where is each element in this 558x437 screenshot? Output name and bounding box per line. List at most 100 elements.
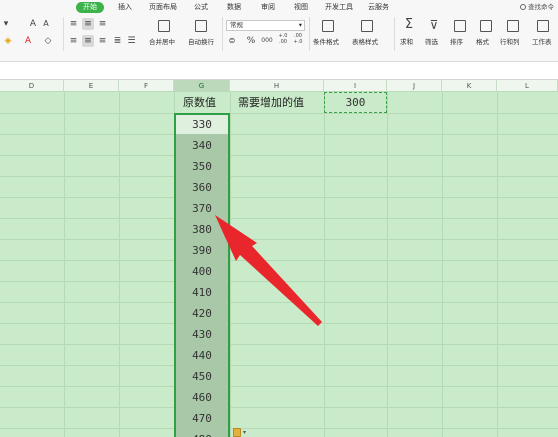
font-color-icon[interactable]: A [23, 35, 33, 47]
number-format-select[interactable]: 常规 ▾ [226, 20, 305, 31]
row-column-icon[interactable] [507, 20, 519, 32]
column-header-i[interactable]: I [324, 80, 387, 92]
row-gridline [0, 239, 558, 240]
divider [222, 17, 223, 51]
conditional-format-icon[interactable] [322, 20, 334, 32]
filter-icon[interactable]: ⊽ [427, 19, 441, 31]
menu-bar: 开始 插入 页面布局 公式 数据 审阅 视图 开发工具 云服务 查找命令 [0, 0, 558, 14]
tab-insert[interactable]: 插入 [118, 2, 132, 13]
tab-view[interactable]: 视图 [294, 2, 308, 13]
row-gridline [0, 260, 558, 261]
tab-home[interactable]: 开始 [76, 2, 104, 13]
row-gridline [0, 155, 558, 156]
distributed-icon[interactable]: ☰ [126, 35, 137, 47]
row-gridline [0, 323, 558, 324]
decrease-font-icon[interactable]: A [41, 18, 51, 30]
column-header-k[interactable]: K [442, 80, 497, 92]
spreadsheet-grid[interactable]: D E F G H I J K L 原数值 需要增加的值 300 330 340 3… [0, 80, 558, 437]
font-size-dropdown-caret-icon[interactable]: ▾ [1, 18, 11, 30]
cell-g-value[interactable]: 400 [176, 261, 228, 282]
currency-icon[interactable]: ⊜ [227, 35, 237, 47]
search-icon [520, 4, 526, 10]
tab-developer[interactable]: 开发工具 [325, 2, 353, 13]
column-header-h[interactable]: H [230, 80, 324, 92]
cell-h-header[interactable]: 需要增加的值 [238, 92, 304, 113]
increase-font-icon[interactable]: A [28, 18, 38, 30]
justify-icon[interactable]: ≣ [112, 35, 123, 47]
conditional-format-button[interactable]: 条件格式 [313, 38, 339, 47]
number-format-value: 常规 [230, 21, 243, 29]
search-label: 查找命令 [528, 3, 554, 11]
column-header-g[interactable]: G [174, 80, 230, 92]
column-header-f[interactable]: F [119, 80, 174, 92]
merge-center-icon[interactable] [158, 20, 170, 32]
align-bottom-icon[interactable]: ≡ [97, 18, 108, 30]
column-header-row: D E F G H I J K L [0, 80, 558, 92]
cell-g-header[interactable]: 原数值 [183, 92, 216, 113]
divider [309, 17, 310, 51]
align-top-icon[interactable]: ≡ [68, 18, 79, 30]
filter-button[interactable]: 筛选 [425, 38, 438, 47]
merge-center-button[interactable]: 合并居中 [149, 38, 175, 47]
cell-g-value[interactable]: 420 [176, 303, 228, 324]
cell-g-value[interactable]: 340 [176, 135, 228, 156]
align-middle-icon[interactable]: ≡ [82, 18, 94, 30]
cell-g-value[interactable]: 330 [176, 114, 228, 135]
cell-g-value[interactable]: 440 [176, 345, 228, 366]
column-header-j[interactable]: J [387, 80, 442, 92]
format-icon[interactable] [480, 20, 492, 32]
row-gridline [0, 197, 558, 198]
tab-page-layout[interactable]: 页面布局 [149, 2, 177, 13]
chevron-down-icon: ▾ [298, 21, 302, 29]
thousands-button[interactable]: 000 [259, 35, 275, 47]
cell-g-value[interactable]: 350 [176, 156, 228, 177]
row-gridline [0, 302, 558, 303]
cell-g-value[interactable]: 380 [176, 219, 228, 240]
tab-data[interactable]: 数据 [227, 2, 241, 13]
chevron-down-icon[interactable]: ▾ [243, 429, 246, 436]
cell-g-value[interactable]: 410 [176, 282, 228, 303]
row-column-button[interactable]: 行和列 [500, 38, 520, 47]
table-style-button[interactable]: 表格样式 [352, 38, 378, 47]
column-header-l[interactable]: L [497, 80, 558, 92]
cell-g-value[interactable]: 450 [176, 366, 228, 387]
align-center-icon[interactable]: ≡ [82, 35, 94, 47]
sort-button[interactable]: 排序 [450, 38, 463, 47]
table-style-icon[interactable] [361, 20, 373, 32]
sum-button[interactable]: 求和 [400, 38, 413, 47]
align-right-icon[interactable]: ≡ [97, 35, 108, 47]
decrease-decimal-button[interactable]: .00 +.0 [292, 33, 304, 45]
format-button[interactable]: 格式 [476, 38, 489, 47]
column-header-e[interactable]: E [64, 80, 119, 92]
worksheet-button[interactable]: 工作表 [532, 38, 552, 47]
cell-g-value[interactable]: 370 [176, 198, 228, 219]
divider [394, 17, 395, 51]
increase-decimal-button[interactable]: +.0 .00 [277, 33, 289, 45]
cell-g-value[interactable]: 460 [176, 387, 228, 408]
wrap-text-icon[interactable] [195, 20, 207, 32]
tab-cloud[interactable]: 云服务 [368, 2, 389, 13]
cell-g-value[interactable]: 390 [176, 240, 228, 261]
row-gridline [0, 407, 558, 408]
formula-bar-area [0, 62, 558, 80]
cell-i-value[interactable]: 300 [324, 92, 387, 113]
cell-g-value[interactable]: 430 [176, 324, 228, 345]
ribbon: 开始 插入 页面布局 公式 数据 审阅 视图 开发工具 云服务 查找命令 ▾ A… [0, 0, 558, 62]
fill-color-icon[interactable]: ◈ [3, 35, 13, 47]
clear-format-icon[interactable]: ◇ [43, 35, 53, 47]
row-gridline [0, 113, 558, 114]
sum-icon[interactable]: Σ [402, 18, 416, 31]
percent-button[interactable]: % [246, 35, 256, 47]
worksheet-icon[interactable] [537, 20, 549, 32]
wrap-text-button[interactable]: 自动换行 [188, 38, 214, 47]
tab-review[interactable]: 审阅 [261, 2, 275, 13]
paste-options-icon[interactable] [233, 428, 241, 437]
sort-icon[interactable] [454, 20, 466, 32]
cell-g-value[interactable]: 480 [176, 429, 228, 437]
tab-formulas[interactable]: 公式 [194, 2, 208, 13]
column-header-d[interactable]: D [0, 80, 64, 92]
cell-g-value[interactable]: 360 [176, 177, 228, 198]
search-command[interactable]: 查找命令 [520, 2, 554, 13]
cell-g-value[interactable]: 470 [176, 408, 228, 429]
align-left-icon[interactable]: ≡ [68, 35, 79, 47]
